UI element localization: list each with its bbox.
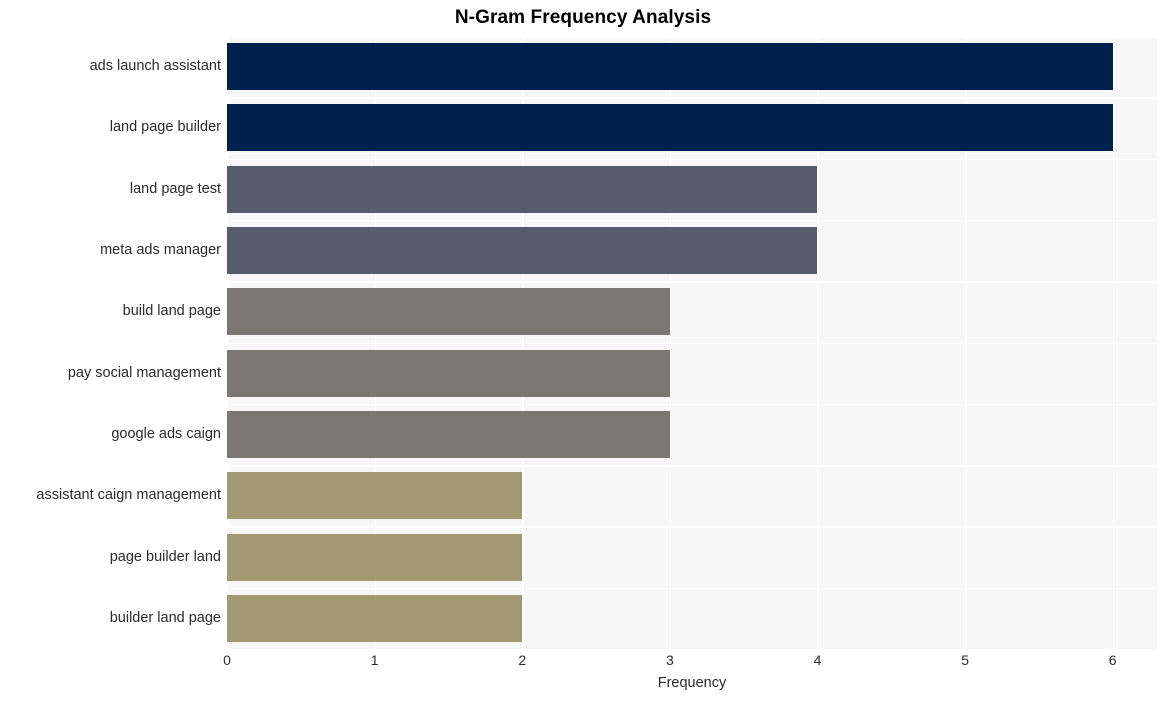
y-axis-tick-label: meta ads manager <box>100 242 221 259</box>
bar <box>227 165 818 213</box>
gridline-horizontal <box>227 281 1157 283</box>
y-axis-tick-label: pay social management <box>67 364 221 381</box>
gridline-horizontal <box>227 342 1157 345</box>
x-axis-tick-label: 2 <box>518 652 527 668</box>
bar <box>227 104 1113 152</box>
gridline-horizontal <box>227 36 1157 38</box>
y-axis-tick-label: page builder land <box>109 548 221 565</box>
x-axis-tick-label: 6 <box>1108 652 1117 668</box>
ngram-frequency-chart: N-Gram Frequency Analysis ads launch ass… <box>0 0 1166 701</box>
y-axis-tick-label: builder land page <box>109 609 221 626</box>
gridline-horizontal <box>227 465 1157 467</box>
x-axis-tick-label: 3 <box>665 652 674 668</box>
gridline-horizontal <box>227 403 1157 406</box>
x-axis-title: Frequency <box>657 675 727 691</box>
bar <box>227 472 523 520</box>
bar <box>227 349 670 397</box>
y-axis-tick-label: assistant caign management <box>36 487 221 504</box>
bar <box>227 533 523 581</box>
gridline-horizontal <box>227 158 1157 161</box>
x-axis-tick-label: 0 <box>223 652 231 668</box>
gridline-horizontal <box>227 97 1157 99</box>
gridline-horizontal <box>227 649 1157 651</box>
bar <box>227 43 1113 91</box>
chart-title: N-Gram Frequency Analysis <box>454 7 712 28</box>
x-axis-tick-label: 4 <box>813 652 822 668</box>
bar <box>227 288 670 336</box>
y-axis-tick-label: land page test <box>129 180 221 197</box>
y-axis-tick-label: google ads caign <box>111 425 221 442</box>
bar <box>227 227 818 275</box>
y-axis-tick-label: build land page <box>122 303 221 320</box>
y-axis-tick-label: land page builder <box>109 119 221 136</box>
y-axis-labels: ads launch assistant land page builder lan… <box>0 36 221 649</box>
x-axis-tick-labels: 0 1 2 3 4 5 6 <box>0 652 1166 674</box>
plot-area <box>227 36 1157 651</box>
bar <box>227 594 523 642</box>
gridline-horizontal <box>227 526 1157 528</box>
gridline-horizontal <box>227 587 1157 590</box>
y-axis-tick-label: ads launch assistant <box>89 58 221 75</box>
x-axis-tick-label: 5 <box>961 652 969 668</box>
gridline-horizontal <box>227 219 1157 222</box>
x-axis-tick-label: 1 <box>370 652 379 668</box>
bar <box>227 410 670 458</box>
